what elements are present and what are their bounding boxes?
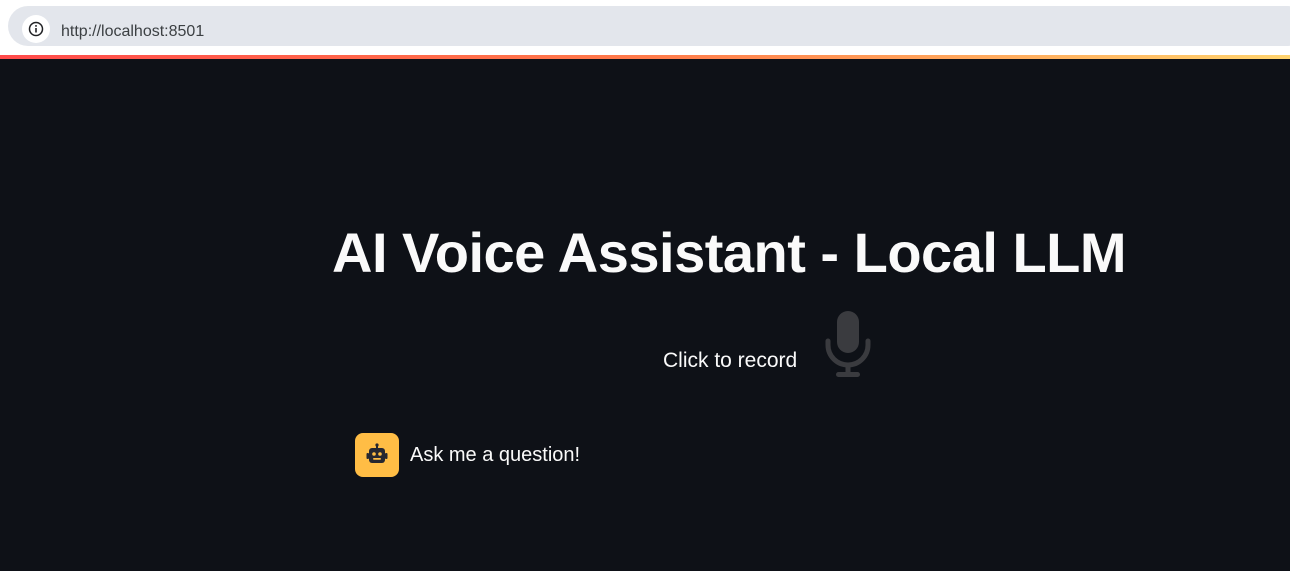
- microphone-icon: [825, 311, 871, 377]
- chat-message-assistant: Ask me a question!: [355, 433, 755, 477]
- address-bar[interactable]: http://localhost:8501: [8, 6, 1290, 46]
- page-title: AI Voice Assistant - Local LLM: [332, 221, 1127, 284]
- robot-icon: [366, 443, 388, 463]
- site-info-button[interactable]: [22, 15, 50, 43]
- chat-message-text: Ask me a question!: [410, 444, 581, 466]
- url-text[interactable]: http://localhost:8501: [61, 21, 204, 43]
- app-main: AI Voice Assistant - Local LLM Click to …: [0, 59, 1290, 571]
- assistant-avatar: [355, 433, 399, 477]
- info-icon: [28, 21, 44, 37]
- record-label: Click to record: [663, 349, 798, 372]
- browser-toolbar: http://localhost:8501: [0, 0, 1290, 55]
- record-button[interactable]: [818, 307, 878, 381]
